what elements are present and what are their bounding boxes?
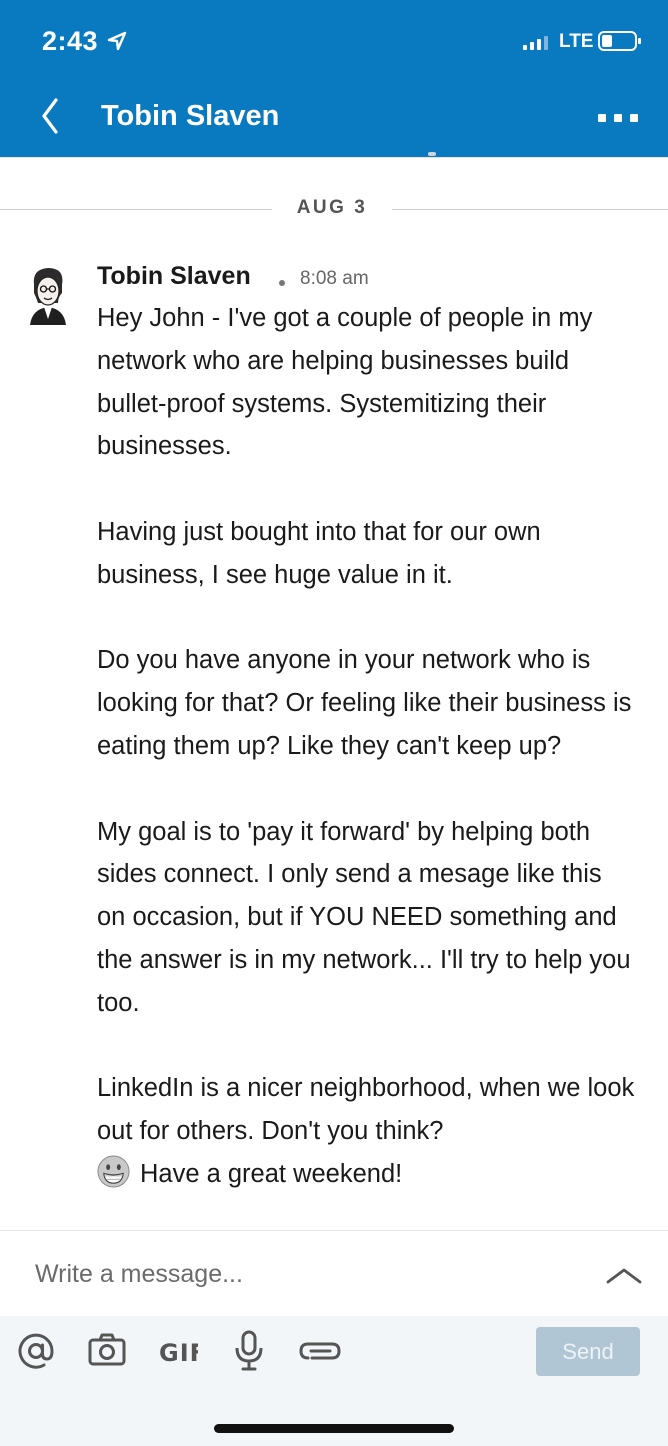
microphone-icon[interactable] — [232, 1330, 266, 1372]
svg-text:GIF: GIF — [159, 1339, 198, 1366]
chevron-up-icon[interactable] — [605, 1265, 643, 1285]
message-input[interactable] — [33, 1253, 557, 1295]
status-time: 2:43 — [42, 26, 99, 56]
more-options-icon[interactable] — [596, 112, 640, 124]
grinning-face-emoji-icon — [97, 1155, 130, 1188]
meta-separator-dot — [279, 280, 285, 286]
date-divider-line-left — [0, 209, 272, 210]
sender-avatar[interactable] — [24, 263, 72, 325]
message-closing: Have a great weekend! — [140, 1159, 403, 1188]
message-paragraph: Hey John - I've got a couple of people i… — [97, 304, 593, 461]
send-button[interactable]: Send — [536, 1327, 640, 1376]
message-timestamp: 8:08 am — [300, 268, 369, 289]
app-header: 2:43 LTE Tobin Slaven — [0, 0, 668, 157]
message-paragraph: My goal is to 'pay it forward' by helpin… — [97, 817, 631, 1017]
gif-icon[interactable]: GIF — [158, 1336, 198, 1366]
at-sign-icon[interactable] — [17, 1332, 55, 1370]
message-paragraph: Do you have anyone in your network who i… — [97, 646, 632, 760]
scroll-hint — [428, 152, 436, 156]
paperclip-icon[interactable] — [298, 1338, 342, 1364]
header-divider — [0, 157, 668, 158]
back-chevron-icon[interactable] — [36, 96, 66, 136]
date-divider: AUG 3 — [296, 197, 368, 218]
composer-toolbar: GIF Send — [0, 1316, 668, 1446]
date-divider-line-right — [392, 209, 668, 210]
camera-icon[interactable] — [88, 1333, 126, 1367]
message-paragraph-last: LinkedIn is a nicer neighborhood, when w… — [97, 1074, 635, 1188]
cellular-signal-icon — [523, 36, 548, 50]
message-body: Hey John - I've got a couple of people i… — [97, 297, 637, 1196]
sender-name[interactable]: Tobin Slaven — [97, 262, 251, 291]
conversation-title[interactable]: Tobin Slaven — [101, 100, 279, 133]
message-paragraph: Having just bought into that for our own… — [97, 517, 541, 589]
home-indicator — [214, 1424, 454, 1433]
location-arrow-icon — [107, 31, 127, 51]
network-type: LTE — [559, 31, 594, 52]
message-composer — [0, 1230, 668, 1317]
battery-icon — [598, 31, 641, 51]
